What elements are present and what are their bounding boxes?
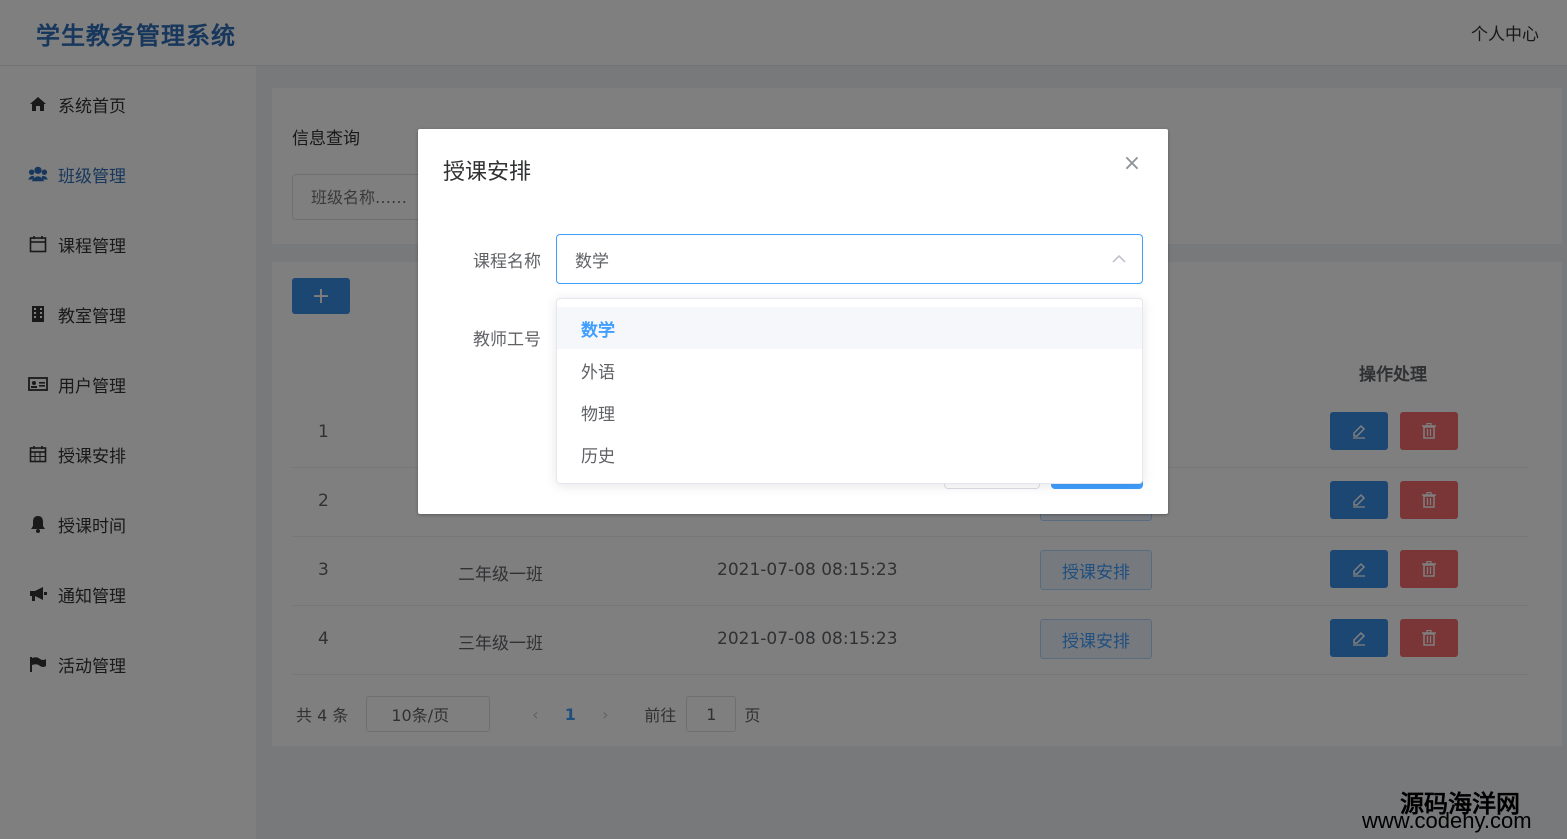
watermark-url: www.codehy.com [1362,808,1532,833]
dropdown-option[interactable]: 历史 [557,433,1142,475]
dropdown-option[interactable]: 物理 [557,391,1142,433]
dialog-title: 授课安排 [443,160,532,185]
course-name-label: 课程名称 [473,252,541,272]
dropdown-option[interactable]: 数学 [557,307,1142,349]
close-icon[interactable]: × [1120,151,1144,176]
teacher-id-label: 教师工号 [473,330,541,350]
course-options-dropdown: 数学 外语 物理 历史 [556,298,1143,484]
course-name-value: 数学 [575,251,609,272]
dropdown-option[interactable]: 外语 [557,349,1142,391]
chevron-up-icon [1112,254,1126,263]
course-name-select[interactable]: 数学 [556,234,1143,284]
